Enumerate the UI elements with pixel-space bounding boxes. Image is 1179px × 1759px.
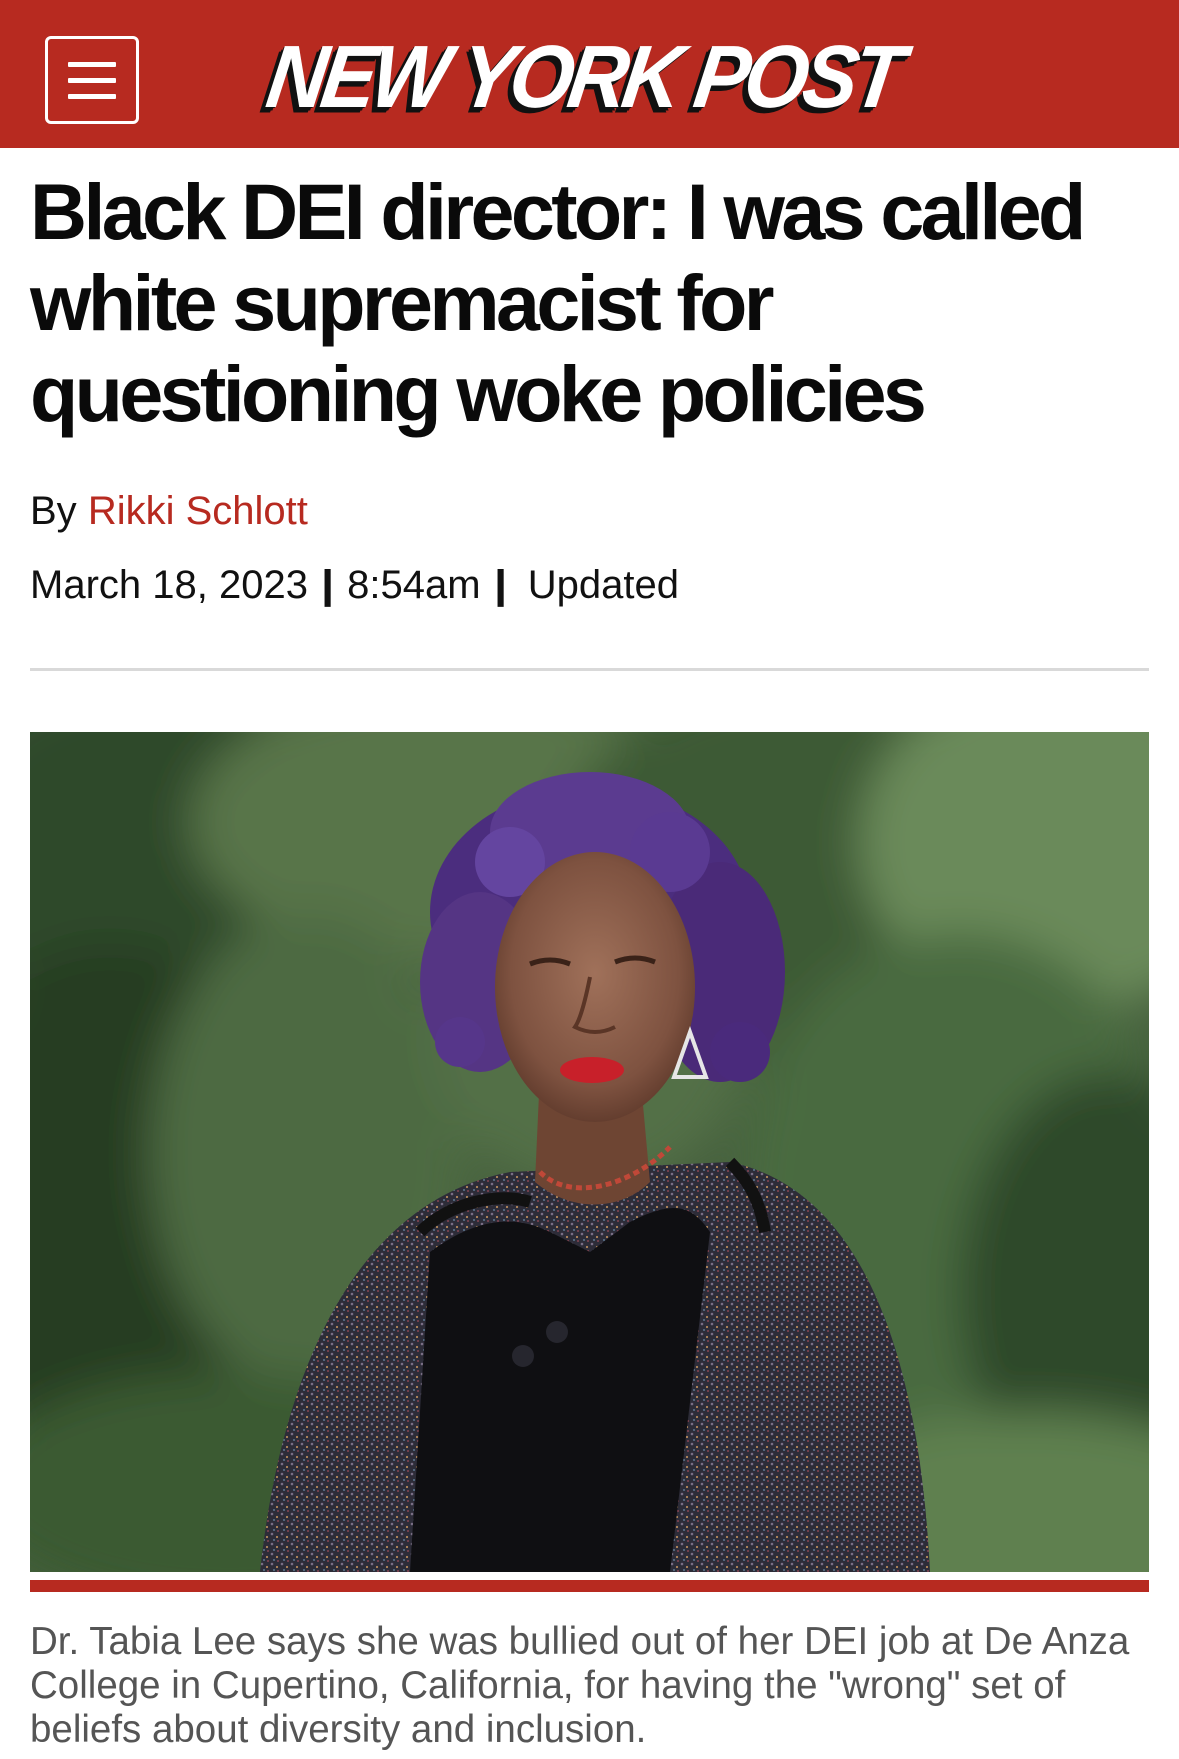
- publish-date: March 18, 2023: [30, 563, 308, 607]
- logo-text: NEW YORK POST: [261, 28, 906, 127]
- byline-prefix: By: [30, 489, 77, 533]
- byline: By Rikki Schlott: [30, 487, 308, 535]
- divider: [30, 668, 1149, 671]
- hamburger-menu-icon: [68, 61, 116, 67]
- menu-button[interactable]: [45, 36, 139, 124]
- publish-time: 8:54am: [347, 563, 481, 607]
- portrait-illustration: [30, 732, 1149, 1572]
- site-header: NEW YORK POST: [0, 0, 1179, 148]
- hamburger-menu-icon-bar: [68, 77, 116, 83]
- photo-caption: Dr. Tabia Lee says she was bullied out o…: [30, 1620, 1130, 1751]
- dateline-separator: |: [493, 563, 507, 607]
- photo-accent-bar: [30, 1580, 1149, 1592]
- hamburger-menu-icon-bar: [68, 93, 116, 99]
- article-photo[interactable]: [30, 732, 1149, 1572]
- author-link[interactable]: Rikki Schlott: [88, 489, 308, 533]
- dateline-separator: |: [320, 563, 335, 607]
- site-logo[interactable]: NEW YORK POST: [261, 28, 905, 128]
- updated-label: Updated: [527, 563, 680, 607]
- article-headline: Black DEI director: I was called white s…: [30, 167, 1086, 438]
- dateline: March 18, 2023 | 8:54am | Updated: [30, 561, 679, 609]
